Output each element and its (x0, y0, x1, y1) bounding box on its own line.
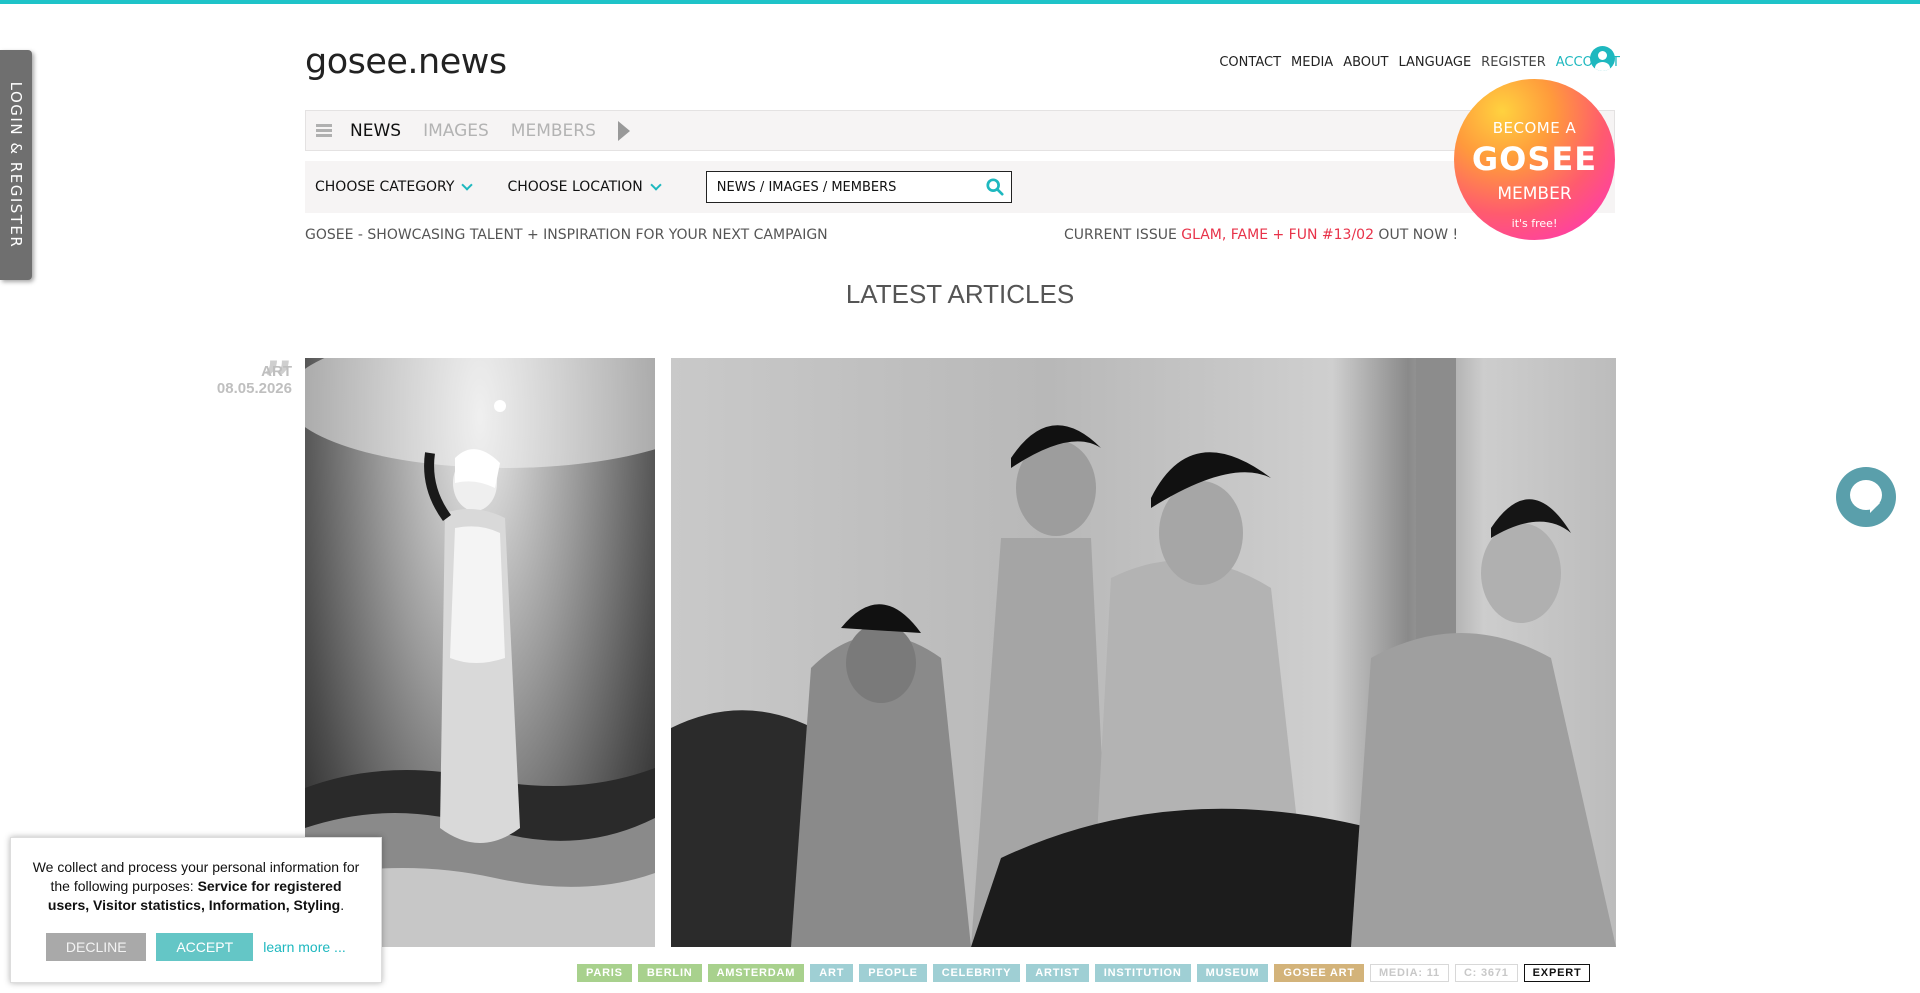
decline-button[interactable]: DECLINE (46, 933, 147, 961)
tag-expert[interactable]: EXPERT (1523, 964, 1591, 982)
tag-museum[interactable]: MUSEUM (1196, 964, 1269, 982)
tag-artist[interactable]: ARTIST (1026, 964, 1089, 982)
nav-media[interactable]: MEDIA (1291, 55, 1333, 70)
tag-media-11[interactable]: MEDIA: 11 (1369, 964, 1449, 982)
tag-gosee-art[interactable]: GOSEE ART (1274, 964, 1364, 982)
search-box (705, 171, 1012, 203)
list-view-icon[interactable] (316, 124, 332, 137)
cookie-text-end: . (340, 897, 345, 913)
chat-bubble-icon[interactable] (1836, 467, 1896, 527)
category-dropdown[interactable]: CHOOSE CATEGORY (315, 178, 474, 195)
section-title: LATEST ARTICLES (845, 279, 1075, 309)
become-member-badge[interactable]: BECOME A GOSEE MEMBER it's free! (1454, 79, 1615, 240)
article-meta: ART 08.05.2026 (217, 363, 292, 397)
issue-title-link[interactable]: GLAM, FAME + FUN #13/02 (1181, 227, 1374, 243)
login-register-tab[interactable]: LOGIN & REGISTER (0, 50, 32, 280)
tag-art[interactable]: ART (810, 964, 854, 982)
badge-line-4: it's free! (1511, 217, 1558, 230)
chevron-down-icon (461, 178, 474, 191)
category-dropdown-label: CHOOSE CATEGORY (315, 179, 455, 195)
tab-images[interactable]: IMAGES (423, 121, 489, 141)
tab-news[interactable]: NEWS (350, 121, 401, 141)
location-dropdown-label: CHOOSE LOCATION (507, 179, 643, 195)
top-nav: CONTACT MEDIA ABOUT LANGUAGE REGISTER AC… (1219, 55, 1620, 70)
top-accent-line (0, 0, 1920, 4)
badge-line-1: BECOME A (1492, 119, 1577, 137)
nav-register[interactable]: REGISTER (1481, 55, 1546, 70)
account-user-icon[interactable] (1590, 46, 1615, 71)
nav-about[interactable]: ABOUT (1343, 55, 1388, 70)
tag-celebrity[interactable]: CELEBRITY (932, 964, 1021, 982)
site-logo[interactable]: gosee.news (305, 42, 507, 82)
learn-more-link[interactable]: learn more ... (263, 939, 345, 955)
login-register-label: LOGIN & REGISTER (7, 81, 25, 249)
tag-berlin[interactable]: BERLIN (637, 964, 702, 982)
nav-language[interactable]: LANGUAGE (1398, 55, 1471, 70)
nav-contact[interactable]: CONTACT (1219, 55, 1281, 70)
badge-line-3: MEMBER (1497, 184, 1572, 204)
tag-paris[interactable]: PARIS (577, 964, 632, 982)
search-icon[interactable] (986, 178, 1004, 196)
article-tags: PARIS BERLIN AMSTERDAM ART PEOPLE CELEBRITY AR… (577, 964, 1591, 982)
cookie-consent-banner: We collect and process your personal inf… (10, 837, 382, 983)
search-input[interactable] (706, 172, 967, 202)
current-issue: CURRENT ISSUE GLAM, FAME + FUN #13/02 OU… (1064, 227, 1458, 243)
article-date: 08.05.2026 (216, 380, 292, 397)
article-category: ART (261, 363, 292, 380)
tag-institution[interactable]: INSTITUTION (1094, 964, 1191, 982)
issue-prefix: CURRENT ISSUE (1064, 227, 1182, 243)
photo-illustration (671, 358, 1616, 947)
badge-line-2: GOSEE (1471, 140, 1598, 178)
tag-c-3671[interactable]: C: 3671 (1454, 964, 1518, 982)
filter-bar: CHOOSE CATEGORY CHOOSE LOCATION (305, 161, 1615, 213)
tag-people[interactable]: PEOPLE (859, 964, 927, 982)
accept-button[interactable]: ACCEPT (156, 933, 254, 961)
site-tagline: GOSEE - SHOWCASING TALENT + INSPIRATION … (305, 227, 828, 243)
tag-amsterdam[interactable]: AMSTERDAM (707, 964, 805, 982)
location-dropdown[interactable]: CHOOSE LOCATION (507, 178, 662, 195)
cookie-buttons: DECLINE ACCEPT learn more ... (31, 933, 361, 961)
tab-members[interactable]: MEMBERS (511, 121, 596, 141)
article-photo-group-portrait[interactable] (671, 358, 1616, 947)
issue-suffix: OUT NOW ! (1373, 227, 1459, 243)
play-icon[interactable] (617, 120, 630, 141)
cookie-text: We collect and process your personal inf… (31, 858, 361, 915)
chevron-down-icon (650, 178, 662, 191)
content-tabs: NEWS IMAGES MEMBERS (305, 110, 1615, 151)
